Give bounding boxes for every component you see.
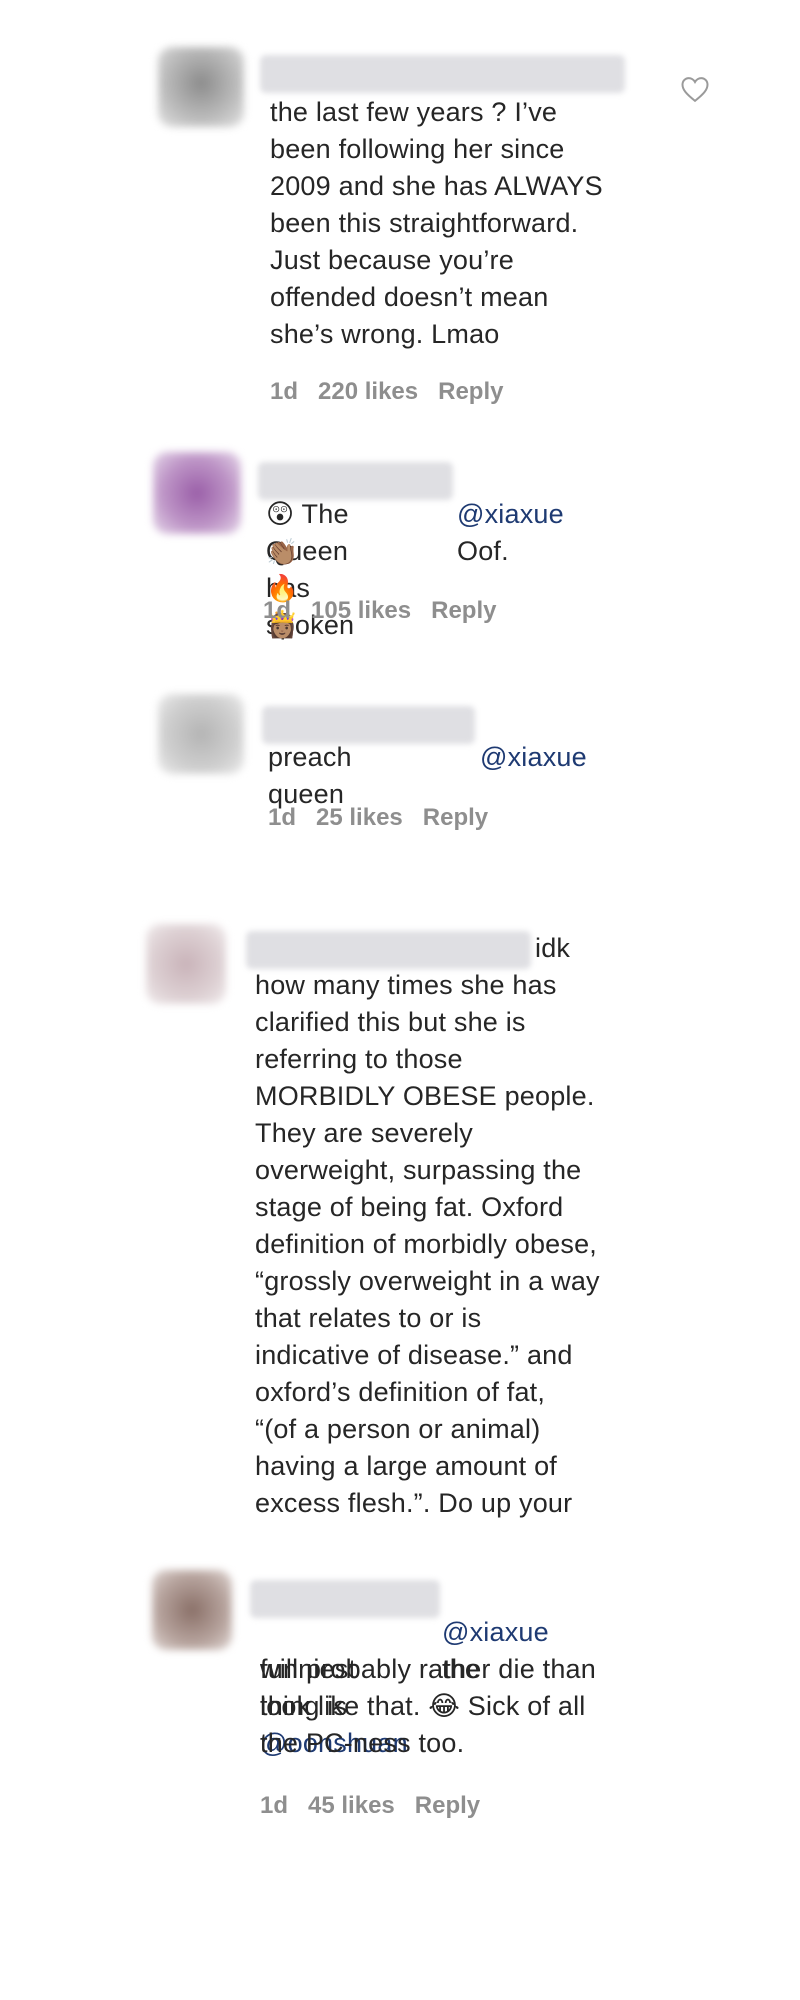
username-blurred[interactable]: [258, 462, 453, 500]
comment-text: will probably rather die than look like …: [260, 1654, 596, 1758]
comment-time: 1d: [268, 804, 297, 831]
comment-first-word: idk: [535, 933, 571, 963]
reply-button[interactable]: Reply: [423, 804, 488, 831]
comment-time: 1d: [263, 597, 292, 624]
comment-text: @xiaxue Oof.: [457, 459, 564, 570]
avatar[interactable]: [158, 47, 244, 127]
comment-likes[interactable]: 45 likes: [308, 1792, 395, 1819]
mention-link[interactable]: @xiaxue: [480, 742, 587, 772]
comment-time: 1d: [270, 378, 299, 405]
username-blurred[interactable]: [246, 931, 531, 969]
comment-time: 1d: [260, 1792, 289, 1819]
comment-text: the last few years ? I’ve been following…: [270, 97, 603, 349]
avatar[interactable]: [146, 924, 226, 1004]
avatar[interactable]: [153, 452, 241, 534]
comment-text: preach queen: [268, 742, 352, 809]
username-blurred[interactable]: [260, 55, 625, 93]
avatar[interactable]: [152, 1570, 232, 1650]
emoji-row: 👏🏽 🔥 👸🏽: [266, 537, 299, 639]
reply-button[interactable]: Reply: [438, 378, 503, 405]
comment-meta: 1d 45 likes Reply: [260, 1792, 500, 1820]
mention-link[interactable]: @xiaxue: [457, 499, 564, 529]
username-blurred[interactable]: [250, 1580, 440, 1618]
comment-meta: 1d 105 likes Reply: [263, 597, 516, 625]
avatar[interactable]: [158, 694, 244, 774]
comment-meta: 1d 220 likes Reply: [270, 378, 523, 406]
comment-likes[interactable]: 25 likes: [316, 804, 403, 831]
reply-button[interactable]: Reply: [415, 1792, 480, 1819]
comment-meta: 1d 25 likes Reply: [268, 804, 508, 832]
reply-button[interactable]: Reply: [431, 597, 496, 624]
comment-text-part: Oof.: [457, 536, 509, 566]
mention-link[interactable]: @xiaxue: [442, 1617, 549, 1647]
heart-icon[interactable]: [680, 75, 710, 103]
mention-line: @xiaxue: [480, 702, 587, 776]
comment-likes[interactable]: 220 likes: [318, 378, 418, 405]
comment-likes[interactable]: 105 likes: [311, 597, 411, 624]
comment-text: how many times she has clarified this bu…: [255, 970, 600, 1518]
